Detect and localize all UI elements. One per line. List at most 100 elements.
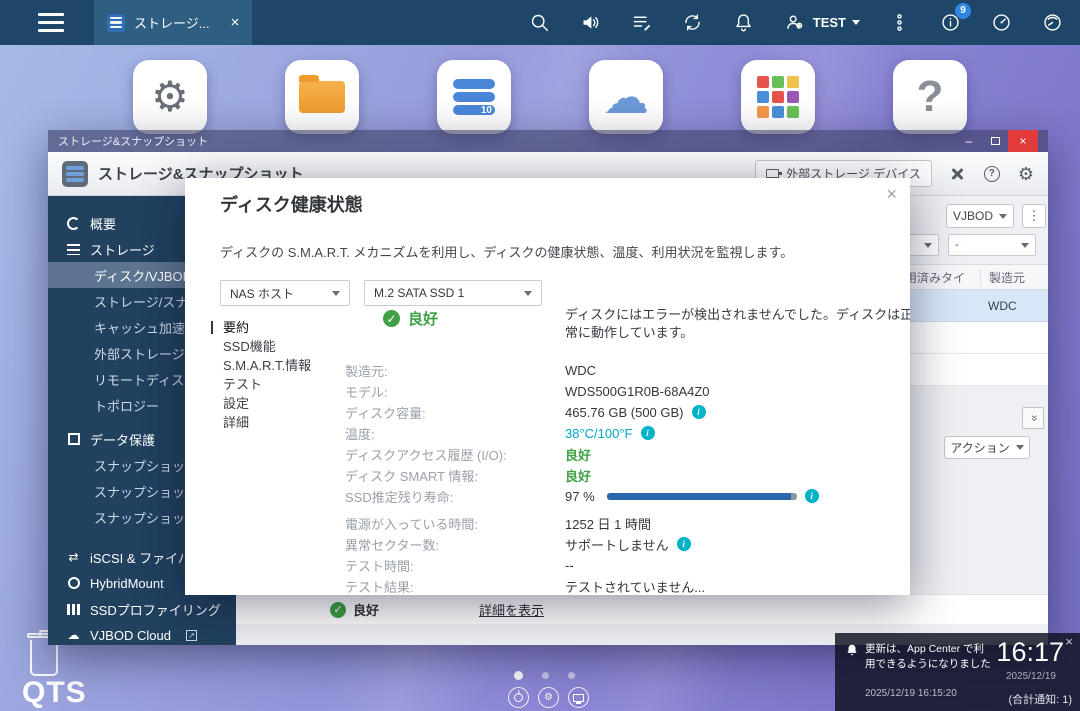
tools-button[interactable]: ⚙ bbox=[538, 687, 559, 708]
close-window-button[interactable]: × bbox=[1008, 130, 1038, 152]
modal-nav-ssd-features[interactable]: SSD機能 bbox=[223, 337, 311, 356]
status-good-check-icon: ✓ bbox=[330, 602, 346, 618]
modal-selects: NAS ホスト M.2 SATA SSD 1 bbox=[220, 280, 542, 306]
user-name-label: TEST bbox=[813, 15, 846, 30]
table-row[interactable] bbox=[896, 354, 1048, 386]
external-link-icon: ↗ bbox=[186, 630, 197, 641]
modal-nav-details[interactable]: 詳細 bbox=[223, 413, 311, 432]
sync-icon[interactable] bbox=[681, 11, 705, 35]
event-bell-icon[interactable] bbox=[732, 11, 756, 35]
notification-panel: × 更新は、App Center で利用できるようになりました 2025/12/… bbox=[835, 633, 1080, 711]
modal-nav-smart-info[interactable]: S.M.A.R.T.情報 bbox=[223, 356, 311, 375]
window-titlebar[interactable]: ストレージ&スナップショット – × bbox=[48, 130, 1048, 152]
background-tasks-icon[interactable] bbox=[630, 11, 654, 35]
modal-nav-test[interactable]: テスト bbox=[223, 375, 311, 394]
chevron-down-icon bbox=[1016, 445, 1024, 450]
notification-message[interactable]: 更新は、App Center で利用できるようになりました bbox=[865, 642, 993, 672]
field-value: 良好 bbox=[565, 445, 591, 464]
user-menu[interactable]: TEST bbox=[783, 11, 860, 35]
help-app-icon[interactable]: ? bbox=[893, 60, 967, 134]
modal-nav-summary[interactable]: 要約 bbox=[223, 318, 311, 337]
modal-close-icon[interactable]: × bbox=[886, 184, 897, 205]
sidebar-item-vjbod-cloud[interactable]: ☁VJBOD Cloud↗ bbox=[48, 622, 236, 645]
action-dropdown-button[interactable]: アクション bbox=[944, 436, 1030, 459]
topbar: ストレージ... × TEST 9 bbox=[0, 0, 1080, 45]
filestation-app-icon[interactable] bbox=[285, 60, 359, 134]
disk-select-value: M.2 SATA SSD 1 bbox=[374, 286, 464, 300]
search-icon[interactable] bbox=[528, 11, 552, 35]
filter-value: - bbox=[955, 239, 959, 251]
quick-buttons: ⚙ bbox=[508, 687, 589, 708]
data-protection-icon bbox=[68, 433, 80, 445]
table-row-selected[interactable]: WDC bbox=[896, 290, 1048, 322]
maximize-button[interactable] bbox=[982, 130, 1008, 152]
sidebar-item-label: SSDプロファイリング bbox=[90, 600, 221, 619]
app-grid-icon bbox=[757, 76, 799, 118]
disk-select[interactable]: M.2 SATA SSD 1 bbox=[364, 280, 542, 306]
vjbod-dropdown-button[interactable]: VJBOD bbox=[946, 204, 1014, 228]
ssd-profiling-icon bbox=[67, 604, 80, 615]
info-icon[interactable]: i bbox=[805, 489, 819, 503]
sidebar-item-label: ディスク/VJBOD bbox=[94, 266, 192, 285]
sidebar-item-label: データ保護 bbox=[90, 430, 155, 449]
notification-bell-icon bbox=[845, 643, 859, 662]
collapse-panel-button[interactable]: « bbox=[1022, 407, 1044, 429]
info-icon[interactable]: i bbox=[641, 426, 655, 440]
app-tab-storage[interactable]: ストレージ... × bbox=[94, 0, 252, 45]
page-dot-2[interactable] bbox=[542, 672, 549, 679]
dashboard-icon[interactable] bbox=[1040, 11, 1064, 35]
resource-monitor-icon[interactable] bbox=[989, 11, 1013, 35]
settings-app-icon[interactable]: ⚙ bbox=[133, 60, 207, 134]
field-label: 温度: bbox=[345, 424, 565, 443]
storage-snapshots-app-icon[interactable]: 10 bbox=[437, 60, 511, 134]
info-icon[interactable]: i bbox=[677, 537, 691, 551]
main-menu-button[interactable] bbox=[38, 13, 64, 32]
settings-gear-icon[interactable]: ⚙ bbox=[1018, 165, 1034, 183]
modal-nav-settings[interactable]: 設定 bbox=[223, 394, 311, 413]
info-icon[interactable]: i bbox=[692, 405, 706, 419]
power-button[interactable] bbox=[508, 687, 529, 708]
hybridmount-icon bbox=[68, 577, 80, 589]
show-details-link[interactable]: 詳細を表示 bbox=[479, 600, 544, 619]
table-header: 用済みタイ 製造元 bbox=[896, 264, 1048, 290]
kebab-menu-button[interactable]: ⋮ bbox=[1022, 204, 1046, 228]
notification-close-icon[interactable]: × bbox=[1065, 634, 1073, 649]
chevron-down-icon bbox=[999, 214, 1007, 219]
disk-stack-badge: 10 bbox=[481, 105, 492, 116]
chevron-down-icon bbox=[524, 291, 532, 296]
sidebar-item-label: キャッシュ加速 bbox=[94, 318, 185, 337]
field-value: WDS500G1R0B-68A4Z0 bbox=[565, 384, 710, 399]
display-button[interactable] bbox=[568, 687, 589, 708]
disk-stack-icon: 10 bbox=[453, 79, 495, 115]
disk-health-modal: × ディスク健康状態 ディスクの S.M.A.R.T. メカニズムを利用し、ディ… bbox=[185, 178, 910, 595]
page-dot-3[interactable] bbox=[568, 672, 575, 679]
page-dot-1[interactable] bbox=[514, 671, 523, 680]
volume-icon[interactable] bbox=[579, 11, 603, 35]
notification-center-icon[interactable]: 9 bbox=[938, 11, 962, 35]
global-settings-tools-icon[interactable] bbox=[950, 166, 966, 182]
tab-close-icon[interactable]: × bbox=[231, 14, 240, 31]
storage-app-icon bbox=[62, 161, 88, 187]
table-row[interactable] bbox=[896, 322, 1048, 354]
folder-icon bbox=[299, 81, 345, 113]
sidebar-item-ssd-profiling[interactable]: SSDプロファイリング↗ bbox=[48, 596, 236, 622]
cloud-app-icon[interactable]: ☁ bbox=[589, 60, 663, 134]
help-icon[interactable]: ? bbox=[984, 166, 1000, 182]
host-select[interactable]: NAS ホスト bbox=[220, 280, 350, 306]
notification-total-label: (合計通知: 1) bbox=[1008, 691, 1072, 707]
more-options-icon[interactable] bbox=[887, 11, 911, 35]
appcenter-app-icon[interactable] bbox=[741, 60, 815, 134]
field-value: サポートしません bbox=[565, 535, 669, 554]
window-titlebar-title: ストレージ&スナップショット bbox=[58, 133, 208, 149]
sidebar-item-label: スナップショット bbox=[94, 482, 198, 501]
column-manufacturer[interactable]: 製造元 bbox=[980, 269, 1048, 286]
status-good-check-icon: ✓ bbox=[383, 310, 400, 327]
filter-select-2[interactable]: - bbox=[948, 234, 1036, 256]
sidebar-item-label: スナップショット bbox=[94, 508, 198, 527]
chevron-down-icon bbox=[1021, 243, 1029, 248]
field-row-smart-info: ディスク SMART 情報:良好 bbox=[345, 465, 902, 485]
sidebar-item-label: リモートディスク bbox=[94, 370, 197, 389]
field-value: 38°C/100°F bbox=[565, 426, 633, 441]
minimize-button[interactable]: – bbox=[956, 130, 982, 152]
field-row-capacity: ディスク容量:465.76 GB (500 GB)i bbox=[345, 402, 902, 422]
